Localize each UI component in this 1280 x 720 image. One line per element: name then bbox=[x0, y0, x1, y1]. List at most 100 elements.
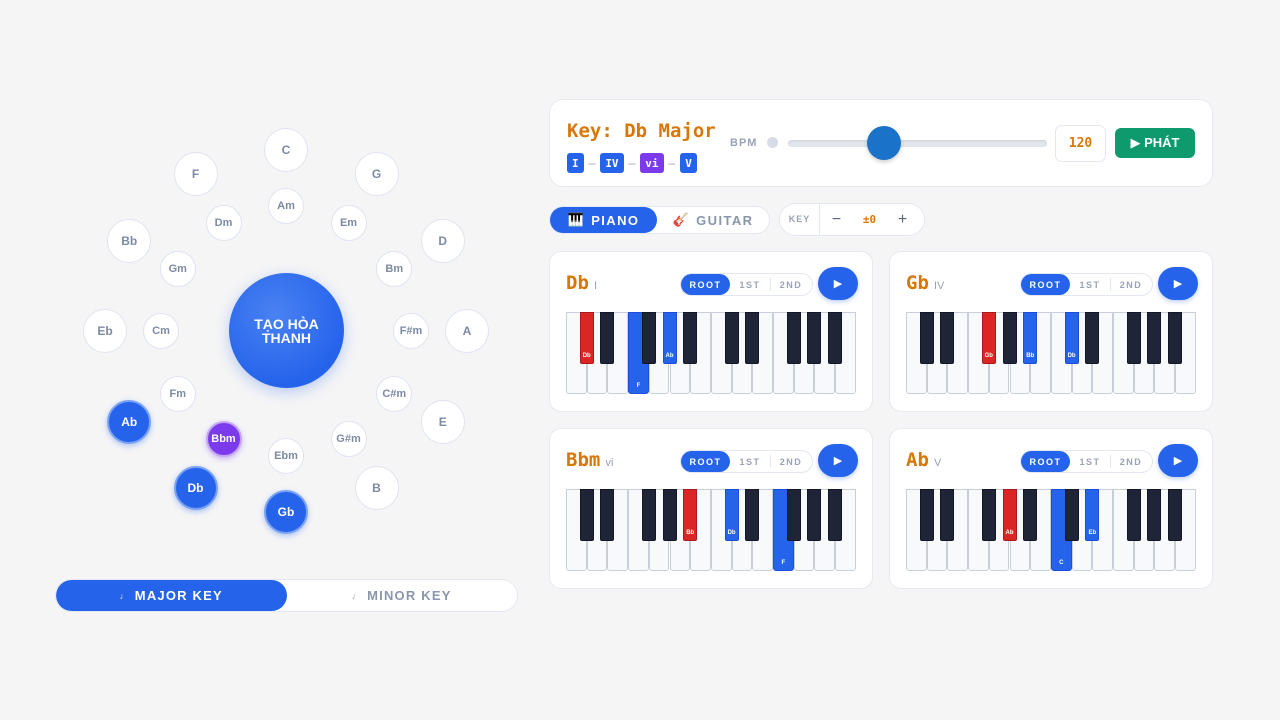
black-key[interactable] bbox=[745, 312, 760, 364]
black-key[interactable] bbox=[579, 489, 594, 541]
inversion-1st-button[interactable]: 1ST bbox=[730, 274, 770, 295]
black-key[interactable] bbox=[1147, 312, 1162, 364]
black-key[interactable] bbox=[745, 489, 760, 541]
inversion-1st-button[interactable]: 1ST bbox=[730, 451, 770, 472]
minor-key-node[interactable]: Cm bbox=[143, 313, 179, 349]
inversion-2nd-button[interactable]: 2ND bbox=[1111, 274, 1151, 295]
black-key[interactable] bbox=[828, 312, 843, 364]
black-key[interactable] bbox=[919, 312, 934, 364]
chord-play-button[interactable]: ▶ bbox=[818, 267, 858, 300]
inversion-1st-button[interactable]: 1ST bbox=[1070, 274, 1110, 295]
transpose-down-button[interactable]: − bbox=[820, 211, 853, 229]
black-key[interactable]: Ab bbox=[662, 312, 677, 364]
inversion-2nd-button[interactable]: 2ND bbox=[1111, 451, 1151, 472]
major-key-node[interactable]: G bbox=[354, 152, 399, 197]
piano-tab[interactable]: 🎹 PIANO bbox=[550, 207, 657, 233]
major-key-node[interactable]: Ab bbox=[107, 399, 152, 444]
black-key[interactable] bbox=[1168, 312, 1183, 364]
black-key[interactable]: Db bbox=[579, 312, 594, 364]
black-key[interactable] bbox=[940, 312, 955, 364]
inversion-2nd-button[interactable]: 2ND bbox=[771, 451, 811, 472]
black-key[interactable] bbox=[662, 489, 677, 541]
black-key[interactable] bbox=[1064, 489, 1079, 541]
black-key[interactable] bbox=[1023, 489, 1038, 541]
bpm-input[interactable]: 120 bbox=[1055, 125, 1106, 162]
minor-key-node[interactable]: Am bbox=[268, 188, 304, 224]
bpm-slider-thumb[interactable] bbox=[866, 126, 901, 160]
minor-key-node[interactable]: Ebm bbox=[268, 438, 304, 474]
black-key[interactable] bbox=[1168, 489, 1183, 541]
major-key-node[interactable]: F bbox=[173, 152, 218, 197]
inversion-1st-button[interactable]: 1ST bbox=[1070, 451, 1110, 472]
play-icon: ▶ bbox=[833, 455, 843, 467]
play-button[interactable]: ▶ PHÁT bbox=[1115, 128, 1195, 158]
black-key[interactable] bbox=[828, 489, 843, 541]
major-key-button[interactable]: ♩ MAJOR KEY bbox=[56, 580, 287, 611]
black-key[interactable]: Db bbox=[724, 489, 739, 541]
piano-keyboard[interactable]: F Db Ab bbox=[566, 312, 856, 394]
major-key-node[interactable]: E bbox=[420, 399, 465, 444]
black-key[interactable] bbox=[600, 312, 615, 364]
progression-degree-chip[interactable]: I bbox=[567, 153, 584, 173]
major-key-node[interactable]: Db bbox=[173, 465, 218, 510]
major-key-node[interactable]: D bbox=[420, 218, 465, 263]
minor-key-node[interactable]: Bm bbox=[376, 250, 413, 287]
black-key[interactable] bbox=[786, 312, 801, 364]
black-key[interactable] bbox=[981, 489, 996, 541]
inversion-root-button[interactable]: ROOT bbox=[1021, 274, 1070, 295]
black-key[interactable] bbox=[1126, 312, 1141, 364]
major-key-node[interactable]: Eb bbox=[83, 309, 127, 353]
minor-key-node[interactable]: C#m bbox=[376, 375, 413, 412]
chord-play-button[interactable]: ▶ bbox=[1158, 444, 1198, 477]
guitar-tab[interactable]: 🎸 GUITAR bbox=[657, 207, 769, 233]
black-key[interactable] bbox=[641, 312, 656, 364]
piano-keyboard[interactable]: C Ab Eb bbox=[906, 489, 1196, 571]
chord-play-button[interactable]: ▶ bbox=[818, 444, 858, 477]
minor-key-node[interactable]: Fm bbox=[159, 375, 196, 412]
inversion-2nd-button[interactable]: 2ND bbox=[771, 274, 811, 295]
inversion-root-button[interactable]: ROOT bbox=[681, 451, 730, 472]
black-key[interactable]: Ab bbox=[1002, 489, 1017, 541]
black-key[interactable]: Bb bbox=[683, 489, 698, 541]
minor-key-button[interactable]: ♩ MINOR KEY bbox=[287, 580, 518, 611]
black-key[interactable] bbox=[786, 489, 801, 541]
progression-degree-chip[interactable]: IV bbox=[600, 153, 624, 173]
black-key[interactable] bbox=[940, 489, 955, 541]
progression-degree-chip[interactable]: vi bbox=[640, 153, 664, 173]
inversion-root-button[interactable]: ROOT bbox=[1021, 451, 1070, 472]
minor-key-node[interactable]: Bbm bbox=[205, 421, 242, 458]
progression-degree-chip[interactable]: V bbox=[680, 153, 697, 173]
major-key-node[interactable]: B bbox=[354, 465, 399, 510]
major-key-node[interactable]: C bbox=[264, 128, 308, 172]
black-key[interactable]: Gb bbox=[981, 312, 996, 364]
piano-keyboard[interactable]: F Bb Db bbox=[566, 489, 856, 571]
major-key-node[interactable]: Bb bbox=[107, 218, 152, 263]
black-key[interactable] bbox=[1002, 312, 1017, 364]
minor-key-node[interactable]: Gm bbox=[159, 250, 196, 287]
minor-key-node[interactable]: F#m bbox=[393, 313, 429, 349]
generate-harmony-button[interactable]: TẠO HÒA THANH bbox=[229, 273, 344, 388]
black-key[interactable] bbox=[1147, 489, 1162, 541]
inversion-root-button[interactable]: ROOT bbox=[681, 274, 730, 295]
chord-play-button[interactable]: ▶ bbox=[1158, 267, 1198, 300]
black-key[interactable]: Eb bbox=[1085, 489, 1100, 541]
transpose-up-button[interactable]: + bbox=[886, 211, 919, 229]
black-key[interactable] bbox=[807, 489, 822, 541]
black-key[interactable]: Db bbox=[1064, 312, 1079, 364]
bpm-slider[interactable] bbox=[788, 140, 1047, 147]
minor-key-node[interactable]: G#m bbox=[330, 421, 367, 458]
black-key[interactable] bbox=[600, 489, 615, 541]
piano-keyboard[interactable]: Gb Bb Db bbox=[906, 312, 1196, 394]
black-key[interactable] bbox=[919, 489, 934, 541]
black-key[interactable] bbox=[1126, 489, 1141, 541]
major-key-node[interactable]: Gb bbox=[264, 490, 308, 534]
black-key[interactable] bbox=[683, 312, 698, 364]
minor-key-node[interactable]: Dm bbox=[205, 204, 242, 241]
black-key[interactable] bbox=[641, 489, 656, 541]
black-key[interactable] bbox=[807, 312, 822, 364]
black-key[interactable] bbox=[1085, 312, 1100, 364]
minor-key-node[interactable]: Em bbox=[330, 204, 367, 241]
black-key[interactable] bbox=[724, 312, 739, 364]
black-key[interactable]: Bb bbox=[1023, 312, 1038, 364]
major-key-node[interactable]: A bbox=[445, 309, 489, 353]
